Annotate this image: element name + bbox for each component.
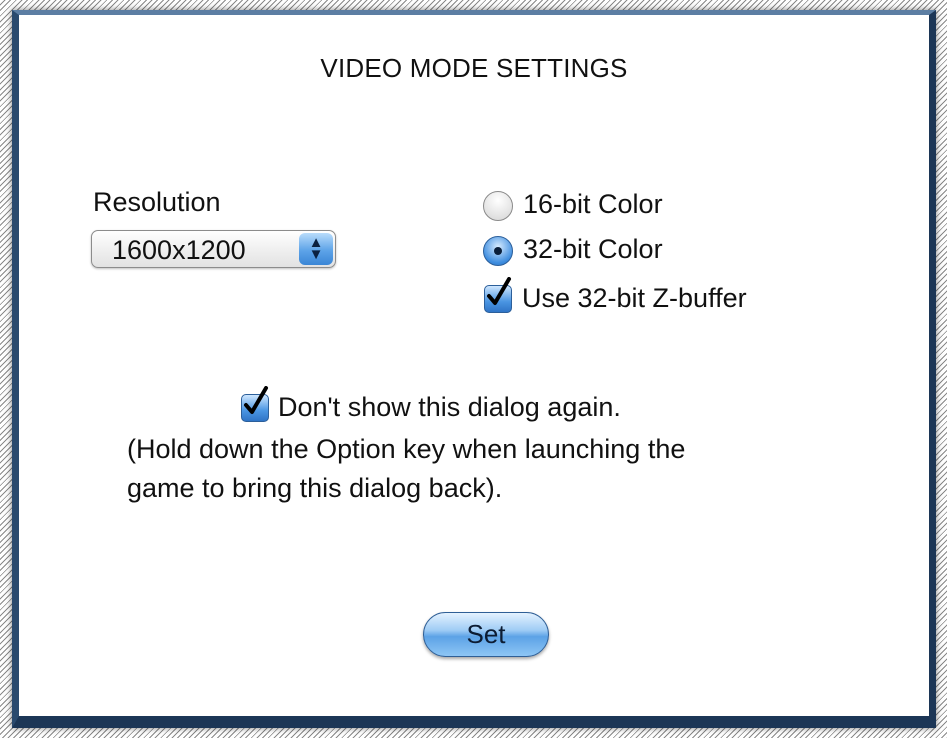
radio-32bit-color[interactable]: [483, 236, 513, 266]
radio-16bit-color-label: 16-bit Color: [523, 189, 663, 219]
radio-16bit-color[interactable]: [483, 191, 513, 221]
resolution-select[interactable]: 1600x1200 ▲ ▼: [91, 230, 336, 268]
hint-text-line2: game to bring this dialog back).: [127, 473, 503, 503]
resolution-value: 1600x1200: [112, 235, 246, 265]
resolution-label: Resolution: [93, 187, 221, 217]
zbuffer-checkbox[interactable]: [484, 277, 512, 313]
dialog-title: VIDEO MODE SETTINGS: [320, 53, 628, 83]
hint-text-line1: (Hold down the Option key when launching…: [127, 434, 686, 464]
dont-show-label: Don't show this dialog again.: [278, 392, 621, 422]
radio-32bit-color-label: 32-bit Color: [523, 234, 663, 264]
set-button[interactable]: Set: [423, 612, 549, 657]
checkmark-icon: [487, 277, 511, 305]
chevron-updown-icon: ▲ ▼: [299, 233, 333, 265]
zbuffer-label: Use 32-bit Z-buffer: [522, 283, 747, 313]
checkmark-icon: [244, 386, 268, 414]
video-mode-dialog: VIDEO MODE SETTINGS Resolution 1600x1200…: [12, 10, 936, 728]
dont-show-checkbox[interactable]: [241, 386, 269, 422]
